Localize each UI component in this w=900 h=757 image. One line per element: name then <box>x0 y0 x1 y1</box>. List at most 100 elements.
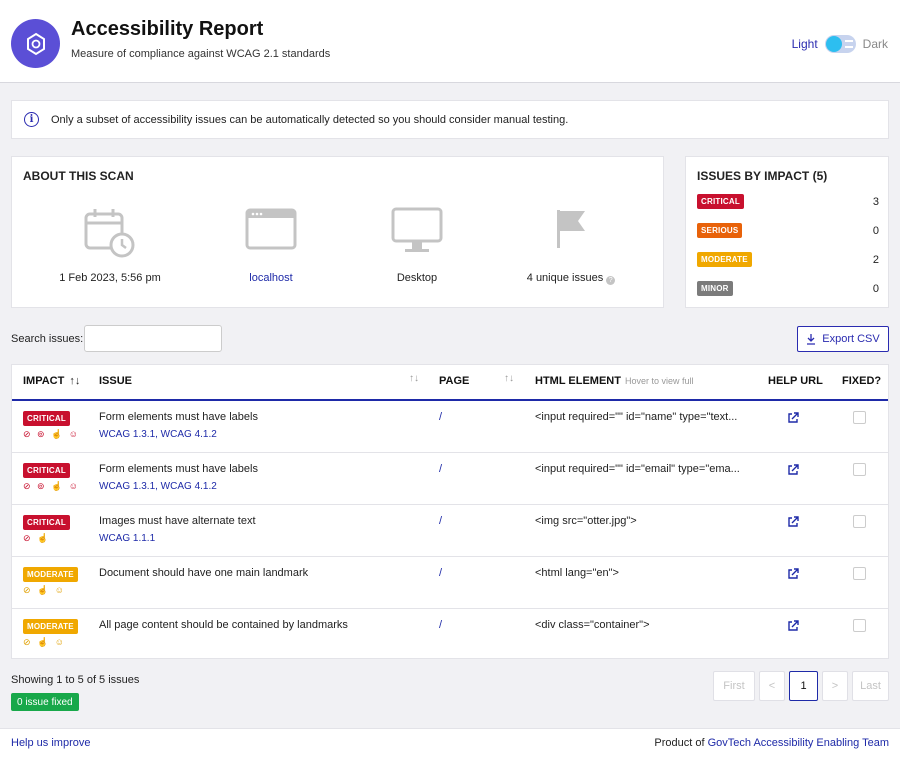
pagination-first[interactable]: First <box>713 671 755 701</box>
serious-badge: SERIOUS <box>697 223 743 238</box>
issue-title: Images must have alternate text <box>99 515 256 527</box>
table-row: MODERATE ⊘ ☝ ☺ All page content should b… <box>12 609 888 661</box>
header: Accessibility Report Measure of complian… <box>0 0 900 83</box>
table-row: CRITICAL ⊘ ⊚ ☝ ☺ Form elements must have… <box>12 453 888 505</box>
page-link[interactable]: / <box>439 463 442 475</box>
html-element: <input required="" id="name" type="text.… <box>535 411 738 423</box>
scan-page-item: localhost <box>196 207 346 284</box>
calendar-clock-icon <box>35 207 185 259</box>
moderate-badge: MODERATE <box>697 252 752 267</box>
impact-badge: MODERATE <box>23 619 78 634</box>
page-link[interactable]: / <box>439 411 442 423</box>
disability-icons: ⊘ ⊚ ☝ ☺ <box>23 481 80 491</box>
pagination-last[interactable]: Last <box>852 671 889 701</box>
question-icon[interactable]: ? <box>606 276 616 285</box>
app-logo-icon <box>11 19 60 68</box>
impact-row-serious: SERIOUS 0 <box>697 223 879 238</box>
pagination-prev[interactable]: < <box>759 671 785 701</box>
external-link-icon[interactable] <box>787 568 799 580</box>
search-label: Search issues: <box>11 333 84 345</box>
impact-heading: ISSUES BY IMPACT (5) <box>697 169 828 183</box>
sort-icon[interactable]: ↑↓ <box>504 373 514 384</box>
html-element: <img src="otter.jpg"> <box>535 515 637 527</box>
table-row: MODERATE ⊘ ☝ ☺ Document should have one … <box>12 557 888 609</box>
column-impact[interactable]: IMPACT ↑↓ <box>23 375 80 387</box>
export-csv-button[interactable]: Export CSV <box>797 326 889 352</box>
external-link-icon[interactable] <box>787 464 799 476</box>
wcag-link[interactable]: WCAG 1.1.1 <box>99 533 155 544</box>
disability-icons: ⊘ ☝ <box>23 533 51 543</box>
column-page[interactable]: PAGE <box>439 375 469 387</box>
scan-device: Desktop <box>396 272 438 284</box>
notice-text: Only a subset of accessibility issues ca… <box>51 113 569 126</box>
column-fixed: FIXED? <box>842 375 882 387</box>
html-element: <div class="container"> <box>535 619 650 631</box>
page-subtitle: Measure of compliance against WCAG 2.1 s… <box>71 48 331 60</box>
theme-switcher: Light Dark <box>792 35 888 53</box>
pagination-page-1[interactable]: 1 <box>789 671 818 701</box>
fixed-checkbox[interactable] <box>853 463 866 476</box>
page-title: Accessibility Report <box>71 18 264 40</box>
minor-count: 0 <box>872 282 879 295</box>
scan-device-item: Desktop <box>342 207 492 284</box>
wcag-link[interactable]: WCAG 1.3.1, WCAG 4.1.2 <box>99 481 217 492</box>
scan-date-item: 1 Feb 2023, 5:56 pm <box>35 207 185 284</box>
page-link[interactable]: / <box>439 515 442 527</box>
info-icon: i <box>24 112 39 127</box>
impact-badge: CRITICAL <box>23 411 70 426</box>
impact-badge: CRITICAL <box>23 463 70 478</box>
issues-by-impact-card: ISSUES BY IMPACT (5) CRITICAL 3 SERIOUS 0 … <box>685 156 889 308</box>
html-element: <input required="" id="email" type="ema.… <box>535 463 740 475</box>
product-prefix: Product of <box>654 737 708 749</box>
serious-count: 0 <box>872 224 879 237</box>
impact-row-moderate: MODERATE 2 <box>697 252 879 267</box>
issues-table: IMPACT ↑↓ ISSUE ↑↓ PAGE ↑↓ HTML ELEMENT Ho… <box>11 364 889 659</box>
external-link-icon[interactable] <box>787 516 799 528</box>
download-icon <box>807 333 816 345</box>
browser-window-icon <box>196 207 346 259</box>
manual-testing-notice: i Only a subset of accessibility issues … <box>11 100 889 139</box>
search-input[interactable] <box>84 325 222 352</box>
disability-icons: ⊘ ☝ ☺ <box>23 585 66 595</box>
critical-count: 3 <box>872 195 879 208</box>
fixed-checkbox[interactable] <box>853 411 866 424</box>
pagination-next[interactable]: > <box>822 671 848 701</box>
scan-unique-issues: 4 unique issues? <box>496 272 646 285</box>
page-link[interactable]: / <box>439 567 442 579</box>
showing-count: Showing 1 to 5 of 5 issues <box>11 674 140 686</box>
flag-icon <box>496 207 646 259</box>
table-header: IMPACT ↑↓ ISSUE ↑↓ PAGE ↑↓ HTML ELEMENT Ho… <box>12 365 888 401</box>
fixed-checkbox[interactable] <box>853 619 866 632</box>
help-us-improve-link[interactable]: Help us improve <box>11 737 90 749</box>
external-link-icon[interactable] <box>787 412 799 424</box>
about-heading: ABOUT THIS SCAN <box>23 169 134 183</box>
fixed-checkbox[interactable] <box>853 515 866 528</box>
external-link-icon[interactable] <box>787 620 799 632</box>
scan-date: 1 Feb 2023, 5:56 pm <box>59 272 161 284</box>
table-row: CRITICAL ⊘ ⊚ ☝ ☺ Form elements must have… <box>12 401 888 453</box>
desktop-monitor-icon <box>342 207 492 259</box>
html-element: <html lang="en"> <box>535 567 619 579</box>
moderate-count: 2 <box>872 253 879 266</box>
fixed-checkbox[interactable] <box>853 567 866 580</box>
theme-toggle[interactable] <box>824 35 856 53</box>
column-help-url: HELP URL <box>768 375 823 387</box>
scan-page-link[interactable]: localhost <box>196 272 346 284</box>
footer: Help us improve Product of GovTech Acces… <box>0 728 900 757</box>
issue-title: Document should have one main landmark <box>99 567 309 579</box>
issue-title: All page content should be contained by … <box>99 619 348 631</box>
wcag-link[interactable]: WCAG 1.3.1, WCAG 4.1.2 <box>99 429 217 440</box>
issue-title: Form elements must have labels <box>99 463 258 475</box>
column-html-element: HTML ELEMENT Hover to view full <box>535 375 694 387</box>
sort-icon[interactable]: ↑↓ <box>409 373 419 384</box>
page-link[interactable]: / <box>439 619 442 631</box>
export-csv-label: Export CSV <box>822 333 880 345</box>
impact-row-minor: MINOR 0 <box>697 281 879 296</box>
govtech-link[interactable]: GovTech Accessibility Enabling Team <box>708 737 889 749</box>
theme-light-label: Light <box>791 37 818 51</box>
critical-badge: CRITICAL <box>697 194 744 209</box>
about-scan-card: ABOUT THIS SCAN 1 Feb 2023, 5:56 pm loca… <box>11 156 664 308</box>
column-issue[interactable]: ISSUE <box>99 375 132 387</box>
impact-row-critical: CRITICAL 3 <box>697 194 879 209</box>
impact-badge: CRITICAL <box>23 515 70 530</box>
